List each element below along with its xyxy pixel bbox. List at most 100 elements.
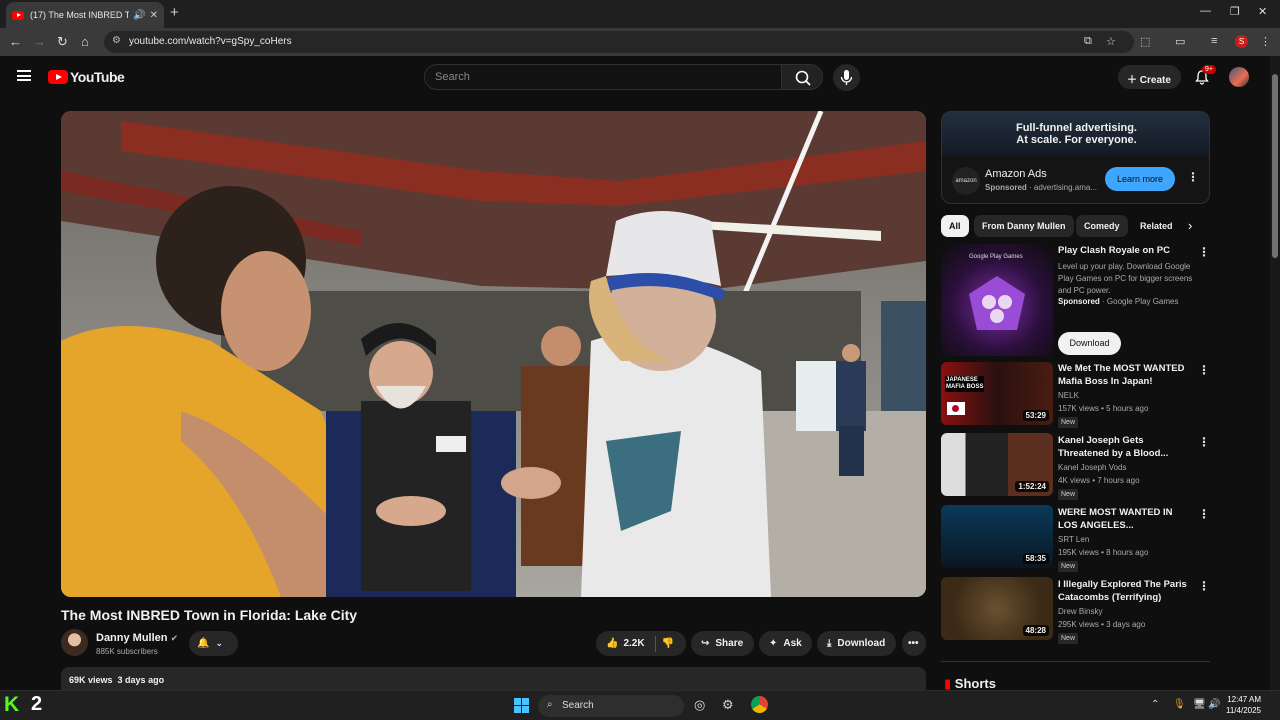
related-title[interactable]: We Met The MOST WANTED Mafia Boss In Jap… xyxy=(1058,362,1193,388)
related-channel[interactable]: Kanel Joseph Vods xyxy=(1058,463,1127,472)
close-window-button[interactable]: ✕ xyxy=(1258,5,1267,18)
subscription-bell-button[interactable]: 🔔 ⌄ xyxy=(189,631,238,656)
related-more-icon[interactable]: ⋮ xyxy=(1198,363,1210,377)
new-badge: New xyxy=(1058,417,1079,428)
channel-avatar[interactable] xyxy=(61,629,88,656)
clash-royale-art-icon xyxy=(969,276,1025,330)
voice-search-button[interactable] xyxy=(833,64,860,91)
ask-button[interactable]: ✦ Ask xyxy=(759,631,812,656)
audio-icon[interactable]: 🔊 xyxy=(133,10,145,21)
ad-banner[interactable]: Full-funnel advertising. At scale. For e… xyxy=(942,112,1209,156)
create-button[interactable]: ＋ Create xyxy=(1118,65,1181,89)
chip-from-danny-mullen[interactable]: From Danny Mullen xyxy=(974,215,1074,237)
related-title[interactable]: I Illegally Explored The Paris Catacombs… xyxy=(1058,578,1193,604)
thumbs-down-icon: 👎 xyxy=(661,638,675,649)
search-button[interactable] xyxy=(781,64,823,90)
thumbnail-japan-tag: JAPANESE MAFIA BOSS xyxy=(945,376,985,392)
new-badge: New xyxy=(1058,561,1079,572)
app-icon[interactable]: ◎ xyxy=(694,697,705,713)
bell-icon: 🔔 xyxy=(197,638,210,649)
account-avatar[interactable] xyxy=(1229,67,1249,87)
install-app-icon[interactable]: ⧉ xyxy=(1084,35,1092,48)
like-button[interactable]: 👍 2.2K xyxy=(606,638,645,649)
related-thumbnail[interactable]: 58:35 xyxy=(941,505,1053,568)
media-controls-icon[interactable]: ≡ xyxy=(1211,35,1217,47)
thumbs-up-icon: 👍 xyxy=(606,638,619,649)
microphone-icon[interactable]: 🎙 xyxy=(1173,699,1186,710)
search-input[interactable]: Search xyxy=(424,64,782,90)
overlay-number: 2 xyxy=(31,693,43,715)
bookmark-star-icon[interactable]: ☆ xyxy=(1106,35,1116,48)
youtube-logo[interactable]: YouTube xyxy=(48,69,125,85)
related-thumbnail[interactable]: 48:28 xyxy=(941,577,1053,640)
promo-download-button[interactable]: Download xyxy=(1058,332,1121,355)
related-more-icon[interactable]: ⋮ xyxy=(1198,507,1210,521)
related-thumbnail[interactable]: 1:52:24 xyxy=(941,433,1053,496)
site-info-icon[interactable]: ⚙ xyxy=(112,35,121,46)
related-thumbnail[interactable]: JAPANESE MAFIA BOSS 53:29 xyxy=(941,362,1053,425)
chevron-right-icon[interactable]: › xyxy=(1188,218,1192,233)
related-meta: 157K views • 5 hours ago xyxy=(1058,404,1149,413)
related-title[interactable]: WERE MOST WANTED IN LOS ANGELES... xyxy=(1058,506,1193,532)
new-badge: New xyxy=(1058,489,1079,500)
japan-flag-icon xyxy=(947,402,965,415)
back-icon[interactable]: ← xyxy=(9,34,22,49)
taskbar-search-input[interactable]: ⌕ Search xyxy=(538,695,684,717)
related-more-icon[interactable]: ⋮ xyxy=(1198,579,1210,593)
address-bar[interactable]: ⚙ youtube.com/watch?v=gSpy_coHers xyxy=(104,31,1134,53)
promo-thumbnail[interactable]: Google Play Games xyxy=(941,244,1053,356)
related-channel[interactable]: NELK xyxy=(1058,391,1079,400)
windows-start-icon[interactable] xyxy=(514,698,529,713)
kick-logo-icon[interactable]: K xyxy=(4,693,19,717)
share-button[interactable]: ↪ Share xyxy=(691,631,754,656)
publish-date: 3 days ago xyxy=(117,675,165,685)
related-title[interactable]: Kanel Joseph Gets Threatened by a Blood.… xyxy=(1058,434,1193,460)
browser-tab-bar: (17) The Most INBRED Town in Florida: La… xyxy=(0,0,1280,28)
channel-name[interactable]: Danny Mullen ✔ xyxy=(96,632,178,644)
ad-more-icon[interactable]: ⋮ xyxy=(1187,170,1199,184)
home-icon[interactable]: ⌂ xyxy=(81,34,89,49)
more-actions-button[interactable]: ••• xyxy=(902,631,926,656)
system-clock[interactable]: 12:47 AM 11/4/2025 xyxy=(1226,694,1261,716)
promo-title[interactable]: Play Clash Royale on PC xyxy=(1058,244,1193,257)
chip-all[interactable]: All xyxy=(941,215,969,237)
related-channel[interactable]: Drew Binsky xyxy=(1058,607,1102,616)
promo-thumb-label: Google Play Games xyxy=(969,254,1023,260)
video-player[interactable] xyxy=(61,111,926,597)
chevron-down-icon: ⌄ xyxy=(215,638,223,648)
video-duration: 58:35 xyxy=(1022,553,1049,564)
steam-icon[interactable]: ⚙ xyxy=(722,697,734,713)
ad-banner-line-1: Full-funnel advertising. xyxy=(1015,122,1137,134)
close-tab-icon[interactable]: ✕ xyxy=(150,10,158,21)
related-channel[interactable]: SRT Len xyxy=(1058,535,1089,544)
minimize-button[interactable]: — xyxy=(1200,5,1211,17)
chrome-icon[interactable] xyxy=(751,696,768,713)
side-panel-icon[interactable]: ▭ xyxy=(1175,35,1185,48)
volume-icon[interactable]: 🔊 xyxy=(1208,699,1220,710)
related-more-icon[interactable]: ⋮ xyxy=(1198,435,1210,449)
download-button[interactable]: ⤓ Download xyxy=(817,631,896,656)
related-meta: 4K views • 7 hours ago xyxy=(1058,476,1140,485)
promo-more-icon[interactable]: ⋮ xyxy=(1198,245,1210,259)
scrollbar-thumb[interactable] xyxy=(1272,74,1278,258)
forward-icon[interactable]: → xyxy=(33,34,46,49)
browser-toolbar: ← → ↻ ⌂ ⚙ youtube.com/watch?v=gSpy_coHer… xyxy=(0,28,1280,56)
chrome-menu-icon[interactable]: ⋮ xyxy=(1260,35,1271,48)
learn-more-button[interactable]: Learn more xyxy=(1105,167,1175,191)
browser-tab[interactable]: (17) The Most INBRED Town in Florida: La… xyxy=(6,2,164,28)
network-icon[interactable]: 🖥 xyxy=(1193,699,1206,710)
chip-comedy[interactable]: Comedy xyxy=(1076,215,1128,237)
windows-taskbar: K 2 ⌕ Search ◎ ⚙ ⌃ 🎙 🖥 🔊 12:47 AM 11/4/2… xyxy=(0,690,1280,720)
chip-related[interactable]: Related xyxy=(1132,215,1181,237)
menu-icon[interactable] xyxy=(17,70,31,81)
show-hidden-icons-icon[interactable]: ⌃ xyxy=(1151,699,1159,710)
video-frame-image xyxy=(61,111,926,597)
create-label: Create xyxy=(1139,75,1171,86)
reload-icon[interactable]: ↻ xyxy=(57,34,68,50)
extensions-icon[interactable]: ⬚ xyxy=(1140,35,1150,48)
sponsored-ad-card[interactable]: Full-funnel advertising. At scale. For e… xyxy=(941,111,1210,204)
dislike-button[interactable]: 👎 xyxy=(662,638,674,649)
restore-button[interactable]: ❐ xyxy=(1230,5,1240,18)
new-tab-button[interactable]: + xyxy=(170,4,179,21)
profile-avatar[interactable]: S xyxy=(1235,35,1248,48)
